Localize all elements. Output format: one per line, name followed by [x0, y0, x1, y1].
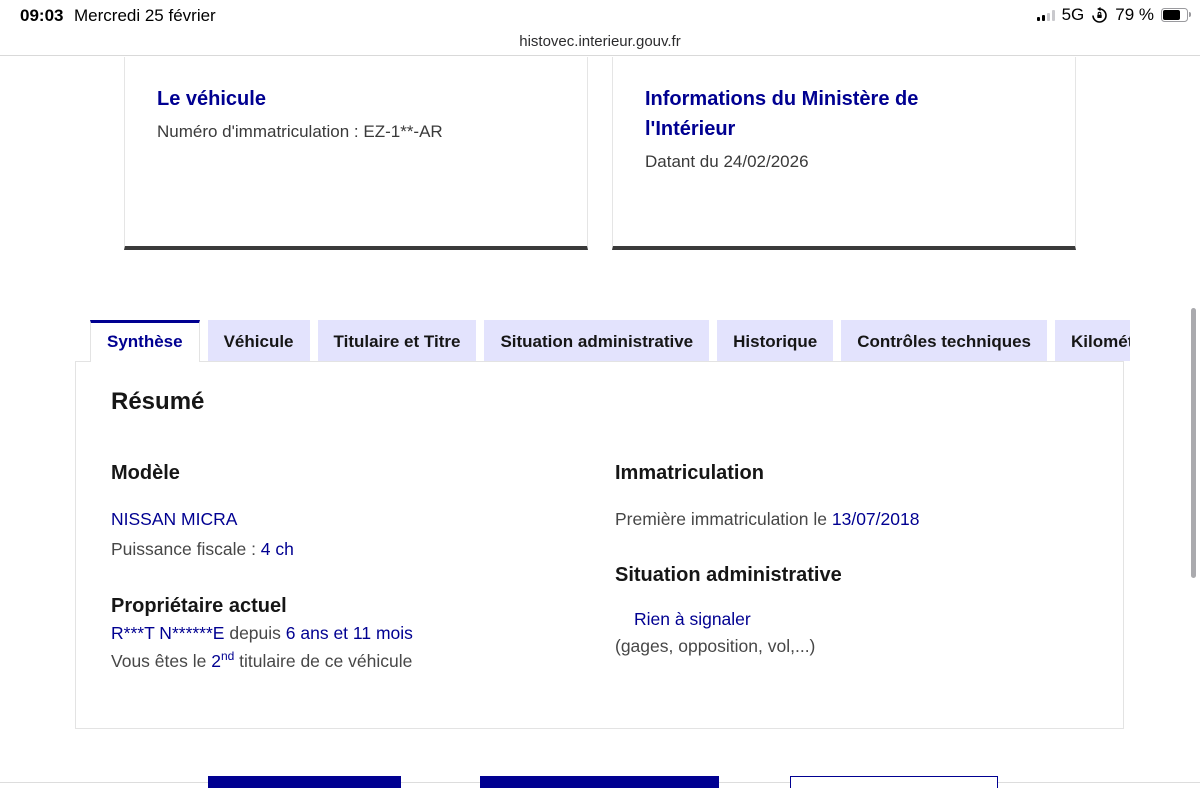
clock: 09:03	[20, 6, 64, 25]
fiscal-power-line: Puissance fiscale : 4 ch	[111, 539, 294, 560]
address-bar-url[interactable]: histovec.interieur.gouv.fr	[0, 33, 1200, 50]
tab-synthese[interactable]: Synthèse	[90, 320, 200, 362]
synthese-panel: Résumé Modèle NISSAN MICRA Puissance fis…	[75, 361, 1124, 729]
first-registration-label: Première immatriculation le	[615, 509, 832, 529]
model-heading: Modèle	[111, 462, 180, 484]
first-registration-line: Première immatriculation le 13/07/2018	[615, 509, 919, 530]
ministry-card: Informations du Ministère de l'Intérieur…	[612, 57, 1076, 250]
fiscal-power-value: 4 ch	[260, 539, 294, 559]
owner-since-value: 6 ans et 11 mois	[285, 623, 413, 643]
network-type-label: 5G	[1061, 5, 1085, 24]
status-indicators: 5G 79 %	[1036, 0, 1191, 30]
footer-button-3[interactable]	[790, 776, 998, 788]
tab-vehicule[interactable]: Véhicule	[207, 320, 310, 361]
first-registration-date: 13/07/2018	[831, 509, 920, 529]
model-name: NISSAN MICRA	[111, 509, 238, 529]
tab-controles-techniques[interactable]: Contrôles techniques	[841, 320, 1048, 361]
status-bar: 09:03 Mercredi 25 février 5G 79 %	[0, 0, 1200, 30]
battery-percent-label: 79 %	[1115, 5, 1154, 24]
vehicle-card: Le véhicule Numéro d'immatriculation : E…	[124, 57, 588, 250]
rotation-lock-icon	[1091, 6, 1108, 24]
vertical-scrollbar[interactable]	[1191, 308, 1196, 578]
tab-historique[interactable]: Historique	[717, 320, 834, 361]
owner-rank-suffix: titulaire de ce véhicule	[234, 650, 413, 671]
tab-kilometrage[interactable]: Kilométrage	[1055, 320, 1130, 361]
page: 09:03 Mercredi 25 février 5G 79 % histov…	[0, 0, 1200, 788]
tab-titulaire-et-titre[interactable]: Titulaire et Titre	[317, 320, 477, 361]
battery-icon	[1161, 8, 1191, 22]
owner-rank-prefix: Vous êtes le	[111, 650, 212, 671]
tab-bar: Synthèse Véhicule Titulaire et Titre Sit…	[90, 320, 1130, 362]
admin-status-heading: Situation administrative	[615, 564, 842, 586]
owner-rank-number: 2	[211, 650, 221, 671]
cellular-signal-icon	[1036, 9, 1055, 21]
owner-name: R***T N******E	[111, 623, 225, 643]
footer-button-2[interactable]	[480, 776, 719, 788]
status-date: Mercredi 25 février	[74, 6, 216, 25]
panel-title: Résumé	[111, 388, 205, 415]
registration-heading: Immatriculation	[615, 462, 764, 484]
ministry-card-title: Informations du Ministère de l'Intérieur	[645, 88, 919, 140]
owner-heading: Propriétaire actuel	[111, 595, 287, 617]
owner-since-line: R***T N******E depuis 6 ans et 11 mois	[111, 623, 413, 644]
footer-button-1[interactable]	[208, 776, 401, 788]
fiscal-power-label: Puissance fiscale :	[111, 539, 261, 559]
owner-since-label: depuis	[224, 623, 286, 643]
vehicle-card-registration-number: Numéro d'immatriculation : EZ-1**-AR	[157, 122, 443, 141]
vehicle-card-title: Le véhicule	[157, 88, 266, 110]
tab-situation-administrative[interactable]: Situation administrative	[484, 320, 710, 361]
address-bar[interactable]: histovec.interieur.gouv.fr	[0, 28, 1200, 56]
ministry-card-date: Datant du 24/02/2026	[645, 152, 809, 171]
owner-rank-line: Vous êtes le 2nd titulaire de ce véhicul…	[111, 649, 412, 672]
owner-rank-ordinal: nd	[220, 649, 235, 663]
admin-status-note: (gages, opposition, vol,...)	[615, 636, 816, 656]
admin-status-value: Rien à signaler	[634, 609, 751, 629]
